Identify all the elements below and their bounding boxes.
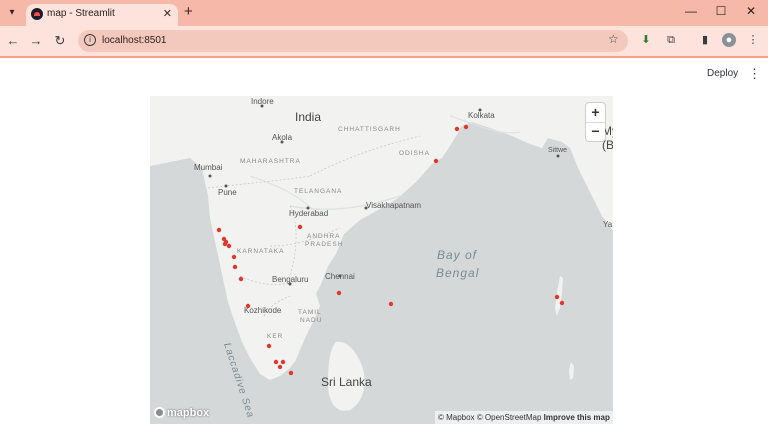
attribution-osm-link[interactable]: © OpenStreetMap <box>477 413 542 422</box>
data-point <box>454 126 460 132</box>
tab-title: map - Streamlit <box>47 8 115 19</box>
browser-tab[interactable]: map - Streamlit ✕ <box>26 4 178 26</box>
toolbar-divider <box>0 56 768 58</box>
data-point <box>222 241 228 247</box>
zoom-in-button[interactable]: + <box>586 103 605 122</box>
new-tab-icon[interactable]: + <box>184 3 193 20</box>
mapbox-logo-text: mapbox <box>167 406 210 419</box>
data-point <box>280 359 286 365</box>
tab-strip: ▾ map - Streamlit ✕ + — ☐ ✕ <box>0 0 768 26</box>
andaman-small-island <box>569 362 574 380</box>
zoom-control: + − <box>586 103 605 141</box>
profile-avatar-icon[interactable]: ● <box>722 33 736 47</box>
data-point <box>463 124 469 130</box>
label-pune: Pune <box>218 188 237 197</box>
label-bengaluru: Bengaluru <box>272 275 308 284</box>
side-panel-icon[interactable]: ▮ <box>698 33 712 47</box>
data-point <box>226 243 232 249</box>
data-point <box>216 227 222 233</box>
map-canvas[interactable]: Indore India Kolkata CHHATTISGARH Akola … <box>150 96 613 424</box>
label-kolkata: Kolkata <box>468 111 495 120</box>
mapbox-logo-icon <box>154 407 165 418</box>
tab-close-icon[interactable]: ✕ <box>163 7 172 20</box>
streamlit-favicon-icon <box>31 8 43 20</box>
data-point <box>297 224 303 230</box>
reload-icon[interactable]: ↻ <box>52 33 68 49</box>
maximize-icon[interactable]: ☐ <box>711 4 731 18</box>
map-attribution: © Mapbox © OpenStreetMap Improve this ma… <box>435 411 613 424</box>
label-maharashtra: MAHARASHTRA <box>240 158 301 165</box>
mapbox-logo[interactable]: mapbox <box>154 405 209 420</box>
label-telangana: TELANGANA <box>294 188 342 195</box>
data-point <box>388 301 394 307</box>
data-point <box>273 359 279 365</box>
label-visakhapatnam: Visakhapatnam <box>366 201 421 210</box>
close-window-icon[interactable]: ✕ <box>741 4 761 18</box>
extensions-puzzle-icon[interactable]: ⧉ <box>664 33 678 47</box>
url-text[interactable]: localhost:8501 <box>102 35 167 46</box>
address-bar[interactable]: i localhost:8501 ☆ <box>78 30 628 52</box>
label-india: India <box>295 110 321 124</box>
label-bay-of: Bay of <box>437 248 478 262</box>
improve-map-link[interactable]: Improve this map <box>544 413 610 422</box>
browser-menu-icon[interactable]: ⋮ <box>746 33 760 47</box>
data-point <box>288 370 294 376</box>
data-point <box>559 300 565 306</box>
label-bengal: Bengal <box>436 266 479 280</box>
label-karnataka: KARNATAKA <box>237 248 284 255</box>
label-tamil: TAMIL <box>298 309 322 316</box>
minimize-icon[interactable]: — <box>681 4 701 18</box>
main-menu-icon[interactable]: ⋮ <box>748 66 761 82</box>
data-point <box>245 303 251 309</box>
browser-toolbar: ← → ↻ i localhost:8501 ☆ ⬇ ⧉ ▮ ● ⋮ <box>0 26 768 56</box>
city-dot-mumbai <box>208 174 212 178</box>
tab-search-icon[interactable]: ▾ <box>4 5 20 21</box>
label-ker: KER <box>267 333 283 340</box>
india-landmass <box>150 96 613 380</box>
zoom-out-button[interactable]: − <box>586 122 605 141</box>
city-dot-sittwe <box>556 154 560 158</box>
label-indore: Indore <box>251 97 274 106</box>
label-pradesh: PRADESH <box>305 241 343 248</box>
attribution-mapbox-link[interactable]: © Mapbox <box>438 413 475 422</box>
back-icon[interactable]: ← <box>5 33 21 48</box>
label-hyderabad: Hyderabad <box>289 209 328 218</box>
label-mumbai: Mumbai <box>194 163 223 172</box>
label-odisha: ODISHA <box>399 150 430 157</box>
data-point <box>238 276 244 282</box>
label-chennai: Chennai <box>325 272 355 281</box>
label-sittwe: Sittwe <box>548 147 567 154</box>
data-point <box>554 294 560 300</box>
extension-download-icon[interactable]: ⬇ <box>639 33 653 47</box>
bookmark-star-icon[interactable]: ☆ <box>608 32 619 46</box>
data-point <box>232 264 238 270</box>
label-nadu: NADU <box>300 317 322 324</box>
data-point <box>266 343 272 349</box>
label-akola: Akola <box>272 133 293 142</box>
data-point <box>433 158 439 164</box>
data-point <box>336 290 342 296</box>
label-sri-lanka: Sri Lanka <box>321 375 372 389</box>
label-edge-ya: Ya <box>603 220 613 229</box>
deploy-button[interactable]: Deploy <box>707 68 738 79</box>
data-point <box>231 254 237 260</box>
label-chhattisgarh: CHHATTISGARH <box>338 126 401 133</box>
forward-icon[interactable]: → <box>28 33 44 48</box>
map-svg: Indore India Kolkata CHHATTISGARH Akola … <box>150 96 613 420</box>
site-info-icon[interactable]: i <box>84 34 96 46</box>
label-andhra: ANDHRA <box>307 233 340 240</box>
data-point <box>277 364 283 370</box>
